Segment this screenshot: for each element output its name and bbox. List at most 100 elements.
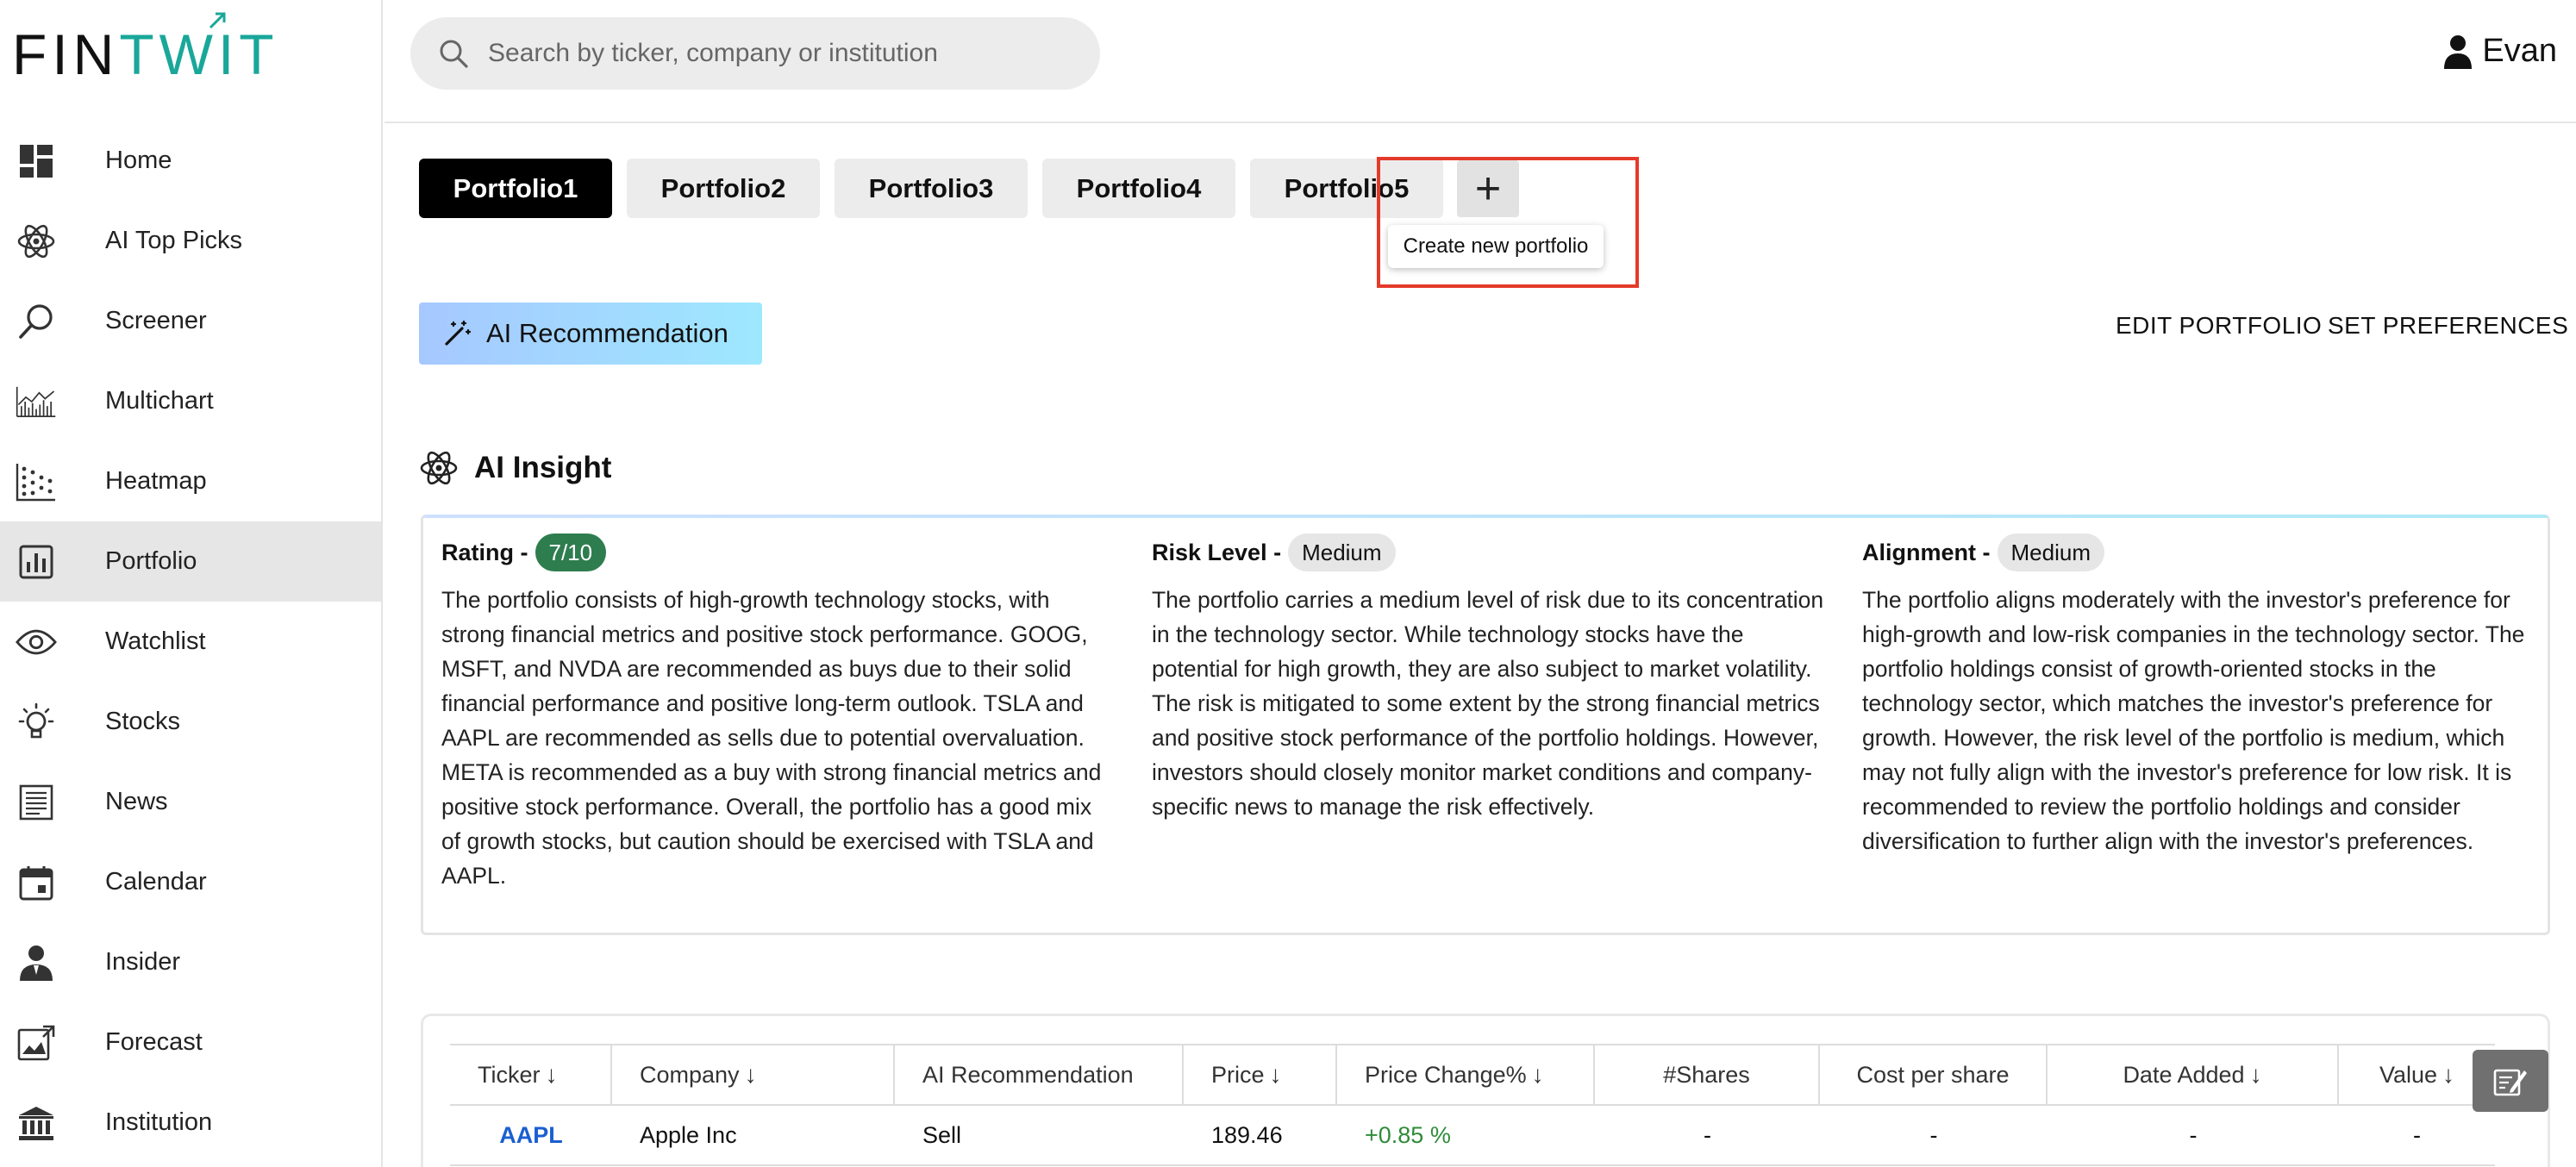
search-icon	[440, 40, 468, 68]
arrow-up-icon	[209, 12, 226, 29]
risk-text: The portfolio carries a medium level of …	[1152, 587, 1824, 820]
edit-portfolio-button[interactable]: EDIT PORTFOLIO	[2116, 312, 2322, 340]
tab-portfolio2[interactable]: Portfolio2	[627, 159, 820, 218]
chart-icon	[16, 381, 57, 422]
image-chart-icon	[16, 1022, 57, 1064]
sidebar-item-ai-top-picks[interactable]: AI Top Picks	[0, 201, 381, 281]
sidebar-item-label: Portfolio	[105, 547, 197, 575]
sidebar-item-label: Stocks	[105, 708, 181, 735]
shares-cell: -	[1704, 1121, 1711, 1148]
column-header-ticker[interactable]: Ticker ↓	[450, 1045, 612, 1104]
risk-label: Risk Level -	[1152, 539, 1282, 565]
sidebar-item-forecast[interactable]: Forecast	[0, 1002, 381, 1083]
date-added-cell: -	[2189, 1121, 2198, 1148]
sort-arrow-icon: ↓	[2249, 1061, 2262, 1088]
sidebar-item-label: Institution	[105, 1108, 213, 1136]
sidebar-item-label: Insider	[105, 948, 181, 976]
tab-portfolio3[interactable]: Portfolio3	[835, 159, 1028, 218]
sidebar-nav: Home AI Top Picks Screener Multichart He…	[0, 121, 381, 1163]
note-edit-icon	[2493, 1069, 2527, 1096]
column-header-price[interactable]: Price ↓	[1184, 1045, 1337, 1104]
sidebar-item-portfolio[interactable]: Portfolio	[0, 521, 381, 602]
atom-icon	[420, 451, 458, 485]
column-header-company[interactable]: Company ↓	[612, 1045, 895, 1104]
column-header-date-added[interactable]: Date Added ↓	[2048, 1045, 2339, 1104]
magic-wand-icon	[445, 320, 471, 346]
sidebar-item-label: Screener	[105, 307, 207, 334]
sort-arrow-icon: ↓	[545, 1061, 558, 1088]
column-header-shares[interactable]: #Shares	[1595, 1045, 1820, 1104]
sidebar-item-news[interactable]: News	[0, 762, 381, 842]
alignment-text: The portfolio aligns moderately with the…	[1862, 587, 2525, 854]
sidebar-item-watchlist[interactable]: Watchlist	[0, 602, 381, 682]
column-header-cost-per-share[interactable]: Cost per share	[1820, 1045, 2048, 1104]
sidebar-item-stocks[interactable]: Stocks	[0, 682, 381, 762]
user-name: Evan	[2482, 33, 2557, 69]
rating-label: Rating -	[441, 539, 528, 565]
sidebar-item-label: Heatmap	[105, 467, 207, 495]
price-change-cell: +0.85 %	[1365, 1121, 1451, 1148]
sort-arrow-icon: ↓	[1531, 1061, 1544, 1088]
sidebar-item-label: News	[105, 788, 168, 815]
sidebar-item-multichart[interactable]: Multichart	[0, 361, 381, 441]
sidebar-item-calendar[interactable]: Calendar	[0, 842, 381, 922]
tab-portfolio1[interactable]: Portfolio1	[419, 159, 612, 218]
sidebar-item-label: Multichart	[105, 387, 214, 415]
sort-arrow-icon: ↓	[1269, 1061, 1282, 1088]
cost-cell: -	[1929, 1121, 1938, 1148]
dashboard-icon	[16, 140, 57, 182]
sidebar-item-label: Forecast	[105, 1028, 203, 1056]
sort-arrow-icon: ↓	[744, 1061, 757, 1088]
logo-twit: TWIT	[119, 12, 278, 86]
risk-column: Risk Level - Medium The portfolio carries…	[1152, 533, 1824, 824]
user-icon	[2444, 34, 2473, 69]
tab-portfolio5[interactable]: Portfolio5	[1250, 159, 1443, 218]
atom-icon	[16, 221, 57, 262]
recommendation-cell: Sell	[922, 1121, 962, 1148]
alignment-column: Alignment - Medium The portfolio aligns m…	[1862, 533, 2535, 858]
sidebar-item-label: Home	[105, 147, 172, 174]
sidebar-item-screener[interactable]: Screener	[0, 281, 381, 361]
column-header-price-change[interactable]: Price Change% ↓	[1337, 1045, 1595, 1104]
add-portfolio-button[interactable]: +	[1457, 160, 1519, 217]
alignment-label: Alignment -	[1862, 539, 1991, 565]
risk-badge: Medium	[1288, 534, 1396, 571]
sidebar-item-home[interactable]: Home	[0, 121, 381, 201]
dots-grid-icon	[16, 461, 57, 502]
sidebar-item-insider[interactable]: Insider	[0, 922, 381, 1002]
logo-fin: FIN	[12, 22, 120, 86]
search-bar[interactable]	[410, 17, 1100, 90]
column-header-ai-recommendation[interactable]: AI Recommendation	[895, 1045, 1184, 1104]
user-menu[interactable]: Evan	[2442, 33, 2557, 70]
sidebar-item-label: Calendar	[105, 868, 207, 896]
person-icon	[16, 942, 57, 983]
bank-icon	[16, 1102, 57, 1144]
rating-badge: 7/10	[535, 534, 607, 571]
plus-icon: +	[1474, 164, 1502, 214]
sidebar-item-heatmap[interactable]: Heatmap	[0, 441, 381, 521]
price-cell: 189.46	[1211, 1121, 1283, 1148]
feedback-button[interactable]	[2473, 1050, 2548, 1112]
bar-chart-icon	[16, 541, 57, 583]
set-preferences-button[interactable]: SET PREFERENCES	[2328, 312, 2568, 340]
fintwit-logo[interactable]: FINTWIT	[12, 12, 279, 83]
company-cell: Apple Inc	[640, 1121, 737, 1148]
rating-text: The portfolio consists of high-growth te…	[441, 587, 1102, 889]
calendar-icon	[16, 862, 57, 903]
ticker-link[interactable]: AAPL	[499, 1122, 563, 1149]
sort-arrow-icon: ↓	[2442, 1061, 2455, 1088]
sidebar-item-institution[interactable]: Institution	[0, 1083, 381, 1163]
ai-recommendation-button[interactable]: AI Recommendation	[419, 303, 762, 365]
create-portfolio-tooltip: Create new portfolio	[1388, 225, 1604, 268]
column-header-value[interactable]: Value ↓	[2339, 1045, 2495, 1104]
ai-insight-title: AI Insight	[474, 451, 612, 484]
top-bar: Evan	[385, 0, 2576, 123]
sidebar: FINTWIT Home AI Top Picks Screener Multi…	[0, 0, 383, 1167]
tab-portfolio4[interactable]: Portfolio4	[1042, 159, 1235, 218]
newspaper-icon	[16, 782, 57, 823]
ai-insight-card: Rating - 7/10 The portfolio consists of h…	[421, 515, 2550, 935]
ai-recommendation-label: AI Recommendation	[486, 318, 728, 348]
table-row[interactable]: AAPL Apple Inc Sell 189.46 +0.85 % - - -…	[450, 1108, 2495, 1166]
search-input[interactable]	[488, 17, 1074, 90]
table-header: Ticker ↓ Company ↓ AI Recommendation Price…	[450, 1044, 2495, 1106]
